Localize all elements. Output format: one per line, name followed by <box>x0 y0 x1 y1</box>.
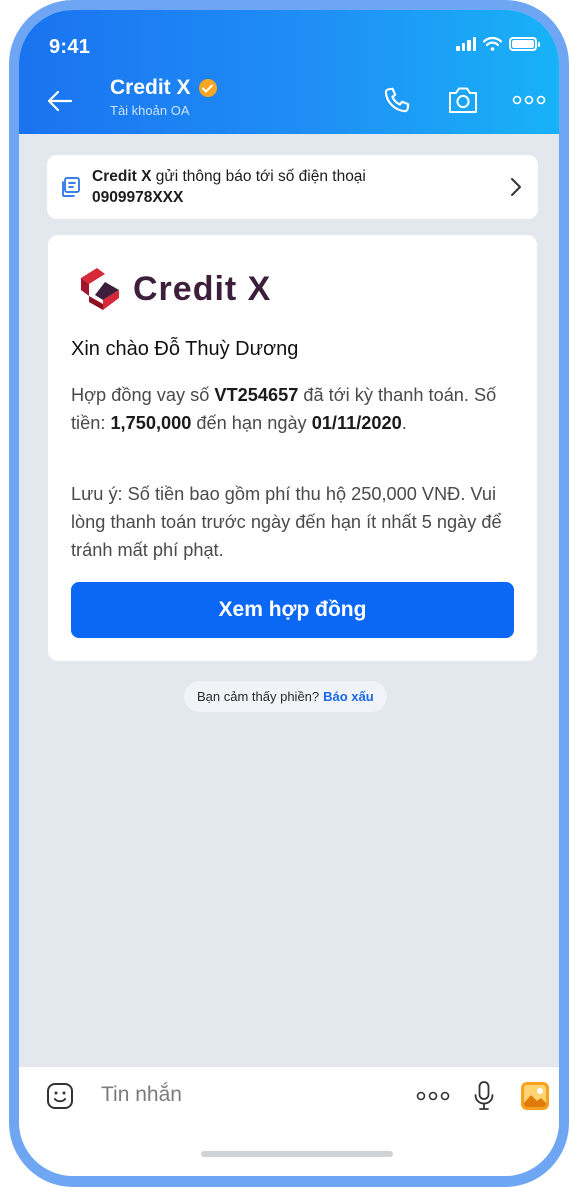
home-indicator[interactable] <box>201 1151 393 1157</box>
message-composer: Tin nhắn <box>19 1066 559 1176</box>
arrow-left-icon <box>47 90 73 112</box>
camera-button[interactable] <box>443 80 483 120</box>
back-button[interactable] <box>45 86 75 116</box>
greeting: Xin chào Đỗ Thuỳ Dương <box>71 338 299 360</box>
gallery-button[interactable] <box>519 1080 551 1112</box>
report-prompt: Bạn cảm thấy phiền? <box>197 689 320 704</box>
amount: 1,750,000 <box>110 413 192 433</box>
more-button[interactable] <box>509 80 549 120</box>
battery-icon <box>509 37 540 51</box>
device-frame: 9:41 Credit X Tài khoản OA Credit X gửi … <box>9 0 569 1187</box>
status-time: 9:41 <box>49 36 91 58</box>
view-contract-button[interactable]: Xem hợp đồng <box>71 582 514 638</box>
notice-message: gửi thông báo tới số điện thoại <box>151 168 366 185</box>
wifi-icon <box>483 37 502 51</box>
notice-phone: 0909978XXX <box>92 189 184 206</box>
notice-sender: Credit X <box>92 168 152 185</box>
note-paragraph: Lưu ý: Số tiền bao gồm phí thu hộ 250,00… <box>71 484 502 560</box>
more-dots-icon <box>416 1091 450 1101</box>
sticker-button[interactable] <box>45 1081 75 1111</box>
brand-name: Credit X <box>133 269 272 308</box>
contract-number: VT254657 <box>214 385 299 405</box>
report-pill: Bạn cảm thấy phiền? Báo xấu <box>184 681 387 712</box>
oa-subtitle: Tài khoản OA <box>110 103 190 118</box>
chevron-right-icon <box>511 178 521 196</box>
payment-paragraph: Hợp đồng vay số VT254657 đã tới kỳ thanh… <box>71 385 497 433</box>
notification-card-icon <box>62 177 80 197</box>
voice-button[interactable] <box>471 1079 497 1113</box>
message-card: Credit X Xin chào Đỗ Thuỳ Dương Hợp đồng… <box>48 235 537 661</box>
more-dots-icon <box>512 95 546 105</box>
gallery-image-icon <box>521 1082 549 1110</box>
oa-title[interactable]: Credit X <box>110 76 217 100</box>
credit-x-logo-icon <box>81 268 119 310</box>
message-input[interactable]: Tin nhắn <box>101 1083 182 1107</box>
chat-header: 9:41 Credit X Tài khoản OA <box>19 10 559 134</box>
report-link[interactable]: Báo xấu <box>323 689 374 704</box>
verified-check-icon <box>198 79 217 97</box>
notice-banner[interactable]: Credit X gửi thông báo tới số điện thoại… <box>47 155 538 219</box>
status-icons <box>456 37 540 51</box>
sticker-face-icon <box>47 1083 73 1109</box>
signal-icon <box>456 37 476 51</box>
phone-screen: 9:41 Credit X Tài khoản OA Credit X gửi … <box>19 10 559 1176</box>
brand-logo: Credit X <box>79 264 271 314</box>
notice-text: Credit X gửi thông báo tới số điện thoại… <box>92 166 366 208</box>
camera-icon <box>449 87 477 113</box>
due-date: 01/11/2020 <box>311 413 402 433</box>
call-button[interactable] <box>377 80 417 120</box>
phone-icon <box>384 87 410 113</box>
oa-name: Credit X <box>110 76 191 99</box>
composer-more-button[interactable] <box>415 1085 451 1107</box>
microphone-icon <box>474 1081 494 1110</box>
